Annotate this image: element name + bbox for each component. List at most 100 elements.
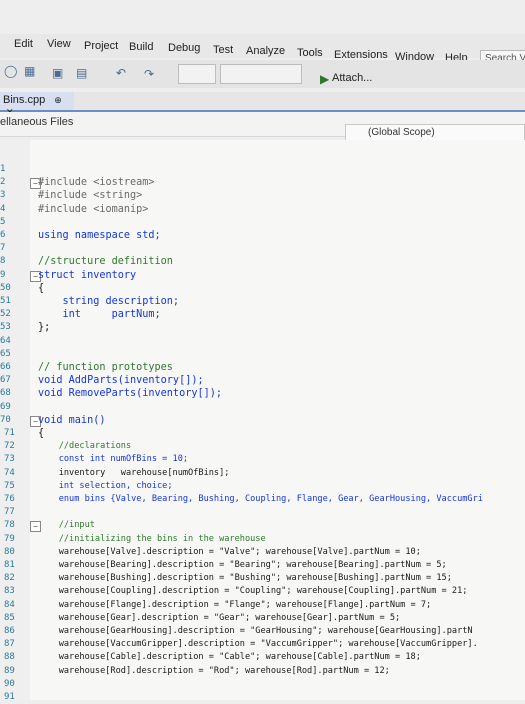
code-text: string description; [38, 296, 180, 307]
code-line: 90 [0, 679, 525, 691]
code-text: { [38, 428, 45, 439]
code-line: 81 warehouse[Bearing].description = "Bea… [0, 560, 525, 572]
line-number: 71 [4, 428, 15, 438]
menu-debug[interactable]: Debug [168, 42, 200, 54]
code-line: 4 #include <iomanip> [0, 204, 525, 216]
code-line: 74 inventory warehouse[numOfBins]; [0, 468, 525, 480]
line-number: 65 [0, 348, 11, 359]
line-number: 90 [4, 678, 15, 689]
menu-project[interactable]: Project [84, 40, 118, 52]
code-line: 71 { [0, 428, 525, 440]
menu-view[interactable]: View [47, 38, 71, 50]
line-number: 53 [0, 322, 11, 333]
code-text: warehouse[Coupling].description = "Coupl… [38, 586, 468, 597]
configuration-dropdown[interactable] [178, 64, 216, 84]
line-number: 9 [0, 269, 6, 280]
code-line: 72 //declarations [0, 441, 525, 453]
code-text: void AddParts(inventory[]); [38, 375, 204, 387]
code-line: 88 warehouse[Cable].description = "Cable… [0, 652, 525, 664]
menu-analyze[interactable]: Analyze [246, 45, 285, 57]
code-line: 76 enum bins {Valve, Bearing, Bushing, C… [0, 494, 525, 506]
code-text: struct inventory [38, 269, 137, 281]
code-text: int selection, choice; [38, 480, 173, 491]
code-line: 67 void AddParts(inventory[]); [0, 375, 525, 387]
code-line: 85 warehouse[Gear].description = "Gear";… [0, 613, 525, 625]
code-text: { [38, 282, 45, 294]
line-number: 87 [4, 639, 15, 650]
code-line: 9− struct inventory [0, 270, 525, 282]
code-line: 3 #include <string> [0, 190, 525, 202]
code-text: warehouse[Gear].description = "Gear"; wa… [38, 612, 401, 623]
project-dropdown[interactable]: ellaneous Files [0, 116, 73, 128]
platform-dropdown[interactable] [220, 64, 302, 84]
code-line: 1 [0, 164, 525, 176]
line-number: 3 [0, 190, 6, 201]
code-text: using namespace std; [38, 230, 161, 241]
pin-icon[interactable]: ⊕ [54, 95, 62, 105]
tab-bins-cpp[interactable]: Bins.cpp ⊕ ✕ [0, 92, 74, 117]
code-line: 64 [0, 336, 525, 348]
line-number: 84 [4, 599, 15, 610]
menu-edit[interactable]: Edit [14, 38, 33, 50]
save-all-icon[interactable]: ▤ [76, 66, 87, 80]
code-text: //declarations [38, 441, 132, 452]
solution-icon[interactable]: ▦ [24, 64, 35, 78]
save-icon[interactable]: ▣ [52, 66, 63, 80]
code-editor[interactable]: 1 2− #include <iostream> 3 #include <string>… [0, 140, 525, 702]
code-line: 68 void RemoveParts(inventory[]); [0, 388, 525, 400]
code-line: 87 warehouse[VaccumGripper].description … [0, 639, 525, 651]
code-line: 75 int selection, choice; [0, 481, 525, 493]
code-line: 89 warehouse[Rod].description = "Rod"; w… [0, 666, 525, 678]
code-text: warehouse[VaccumGripper].description = "… [38, 639, 478, 650]
line-number: 80 [4, 546, 15, 557]
code-text: warehouse[Rod].description = "Rod"; ware… [38, 665, 390, 676]
code-line: 8 //structure definition [0, 256, 525, 268]
code-text: warehouse[Bushing].description = "Bushin… [38, 573, 452, 584]
line-number: 64 [0, 335, 11, 346]
line-number: 73 [4, 454, 15, 465]
undo-icon[interactable]: ↶ [116, 66, 126, 80]
code-line: 70− void main() [0, 415, 525, 427]
tab-label: Bins.cpp [3, 94, 46, 106]
menu-test[interactable]: Test [213, 44, 233, 56]
line-number: 85 [4, 612, 15, 623]
start-debug-icon[interactable]: ▶ [320, 72, 329, 86]
line-number: 1 [0, 164, 6, 174]
redo-icon[interactable]: ↷ [144, 67, 154, 81]
menu-build[interactable]: Build [129, 41, 153, 53]
code-line: 50 { [0, 283, 525, 295]
line-number: 51 [0, 296, 11, 306]
code-text: int partNum; [38, 309, 161, 321]
code-text: warehouse[GearHousing].description = "Ge… [38, 626, 473, 636]
line-number: 76 [4, 494, 15, 504]
line-number: 2 [0, 177, 6, 188]
code-line: 80 warehouse[Valve].description = "Valve… [0, 547, 525, 559]
code-line: 83 warehouse[Coupling].description = "Co… [0, 586, 525, 598]
attach-button[interactable]: Attach... [332, 72, 372, 84]
line-number: 75 [4, 480, 15, 491]
code-text: warehouse[Bearing].description = "Bearin… [38, 560, 447, 570]
code-text: #include <iostream> [38, 177, 155, 189]
code-line: 51 string description; [0, 296, 525, 308]
code-text: #include <iomanip> [38, 203, 149, 215]
back-icon[interactable]: ◯ [4, 64, 17, 78]
line-number: 7 [0, 243, 6, 254]
code-line: 79 //initializing the bins in the wareho… [0, 534, 525, 546]
code-line: 73 const int numOfBins = 10; [0, 454, 525, 466]
code-line: 86 warehouse[GearHousing].description = … [0, 626, 525, 638]
code-line: 6 using namespace std; [0, 230, 525, 242]
code-text: }; [38, 322, 51, 334]
line-number: 68 [0, 388, 11, 399]
code-text: warehouse[Flange].description = "Flange"… [38, 599, 432, 610]
menu-tools[interactable]: Tools [297, 47, 323, 59]
code-line: 5 [0, 217, 525, 229]
line-number: 82 [4, 573, 15, 584]
code-text: #include <string> [38, 190, 143, 202]
line-number: 86 [4, 626, 15, 636]
code-line: 7 [0, 243, 525, 255]
line-number: 89 [4, 665, 15, 676]
line-number: 74 [4, 467, 15, 478]
line-number: 91 [4, 692, 15, 702]
line-number: 8 [0, 256, 6, 267]
code-line: 91 [0, 692, 525, 704]
